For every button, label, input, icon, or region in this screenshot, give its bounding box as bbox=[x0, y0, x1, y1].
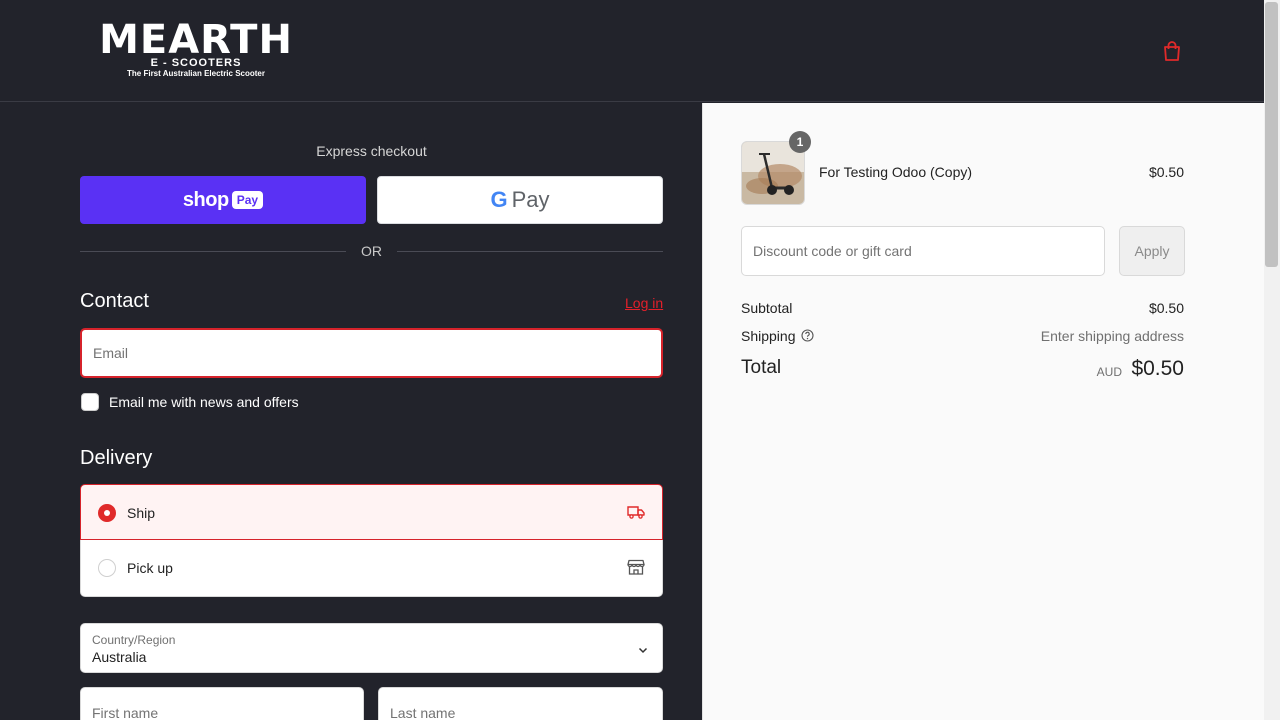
express-checkout-label: Express checkout bbox=[316, 143, 427, 159]
logo-tagline: The First Australian Electric Scooter bbox=[127, 69, 265, 78]
apply-discount-button[interactable]: Apply bbox=[1119, 226, 1185, 276]
product-name: For Testing Odoo (Copy) bbox=[819, 164, 973, 180]
google-g-icon: G bbox=[490, 187, 508, 212]
delivery-option-ship[interactable]: Ship bbox=[80, 484, 663, 540]
google-pay-button[interactable]: G Pay bbox=[377, 176, 663, 224]
chevron-down-icon bbox=[638, 647, 648, 654]
newsletter-checkbox[interactable] bbox=[81, 393, 99, 411]
first-name-field[interactable]: First name bbox=[80, 687, 364, 720]
help-circle-icon[interactable] bbox=[801, 329, 814, 342]
delivery-option-pickup[interactable]: Pick up bbox=[80, 540, 663, 597]
or-divider-label: OR bbox=[361, 243, 382, 259]
last-name-placeholder: Last name bbox=[390, 705, 456, 720]
shipping-label: Shipping bbox=[741, 328, 796, 344]
email-input[interactable] bbox=[80, 328, 663, 378]
discount-input[interactable] bbox=[741, 226, 1105, 276]
brand-logo[interactable]: MEARTH E - SCOOTERS The First Australian… bbox=[96, 20, 296, 82]
logo-subtitle: E - SCOOTERS bbox=[150, 57, 242, 69]
google-pay-wordmark: Pay bbox=[511, 187, 550, 212]
pickup-label: Pick up bbox=[127, 560, 173, 576]
pickup-radio[interactable] bbox=[98, 559, 116, 577]
shopping-bag-icon[interactable] bbox=[1161, 40, 1183, 62]
total-currency: AUD bbox=[1096, 365, 1122, 379]
subtotal-value: $0.50 bbox=[1148, 300, 1184, 316]
scrollbar-thumb[interactable] bbox=[1265, 2, 1278, 267]
shop-pay-button[interactable]: shop Pay bbox=[80, 176, 366, 224]
country-select[interactable]: Country/Region Australia bbox=[80, 623, 663, 673]
shipping-value: Enter shipping address bbox=[1040, 328, 1184, 344]
subtotal-label: Subtotal bbox=[741, 300, 793, 316]
newsletter-label: Email me with news and offers bbox=[109, 394, 299, 410]
truck-icon bbox=[627, 506, 645, 519]
country-value: Australia bbox=[92, 649, 147, 665]
checkout-form-panel: Express checkout shop Pay G Pay OR Conta… bbox=[0, 103, 702, 720]
total-value: $0.50 bbox=[1131, 357, 1184, 380]
quantity-badge: 1 bbox=[789, 131, 811, 153]
site-header: MEARTH E - SCOOTERS The First Australian… bbox=[0, 0, 1264, 102]
total-label: Total bbox=[741, 357, 782, 378]
ship-radio[interactable] bbox=[98, 504, 116, 522]
store-icon bbox=[627, 559, 645, 575]
ship-label: Ship bbox=[127, 505, 156, 521]
logo-wordmark: MEARTH bbox=[99, 17, 293, 63]
delivery-heading: Delivery bbox=[80, 447, 153, 469]
login-link[interactable]: Log in bbox=[625, 295, 663, 311]
shop-pay-wordmark: shop bbox=[182, 188, 229, 211]
first-name-placeholder: First name bbox=[92, 705, 159, 720]
product-price: $0.50 bbox=[1148, 164, 1184, 180]
last-name-field[interactable]: Last name bbox=[378, 687, 663, 720]
country-label: Country/Region bbox=[92, 633, 176, 647]
order-summary-panel: 1 For Testing Odoo (Copy) $0.50 Apply Su… bbox=[702, 103, 1264, 720]
contact-heading: Contact bbox=[80, 290, 149, 312]
shop-pay-pill: Pay bbox=[231, 191, 264, 209]
